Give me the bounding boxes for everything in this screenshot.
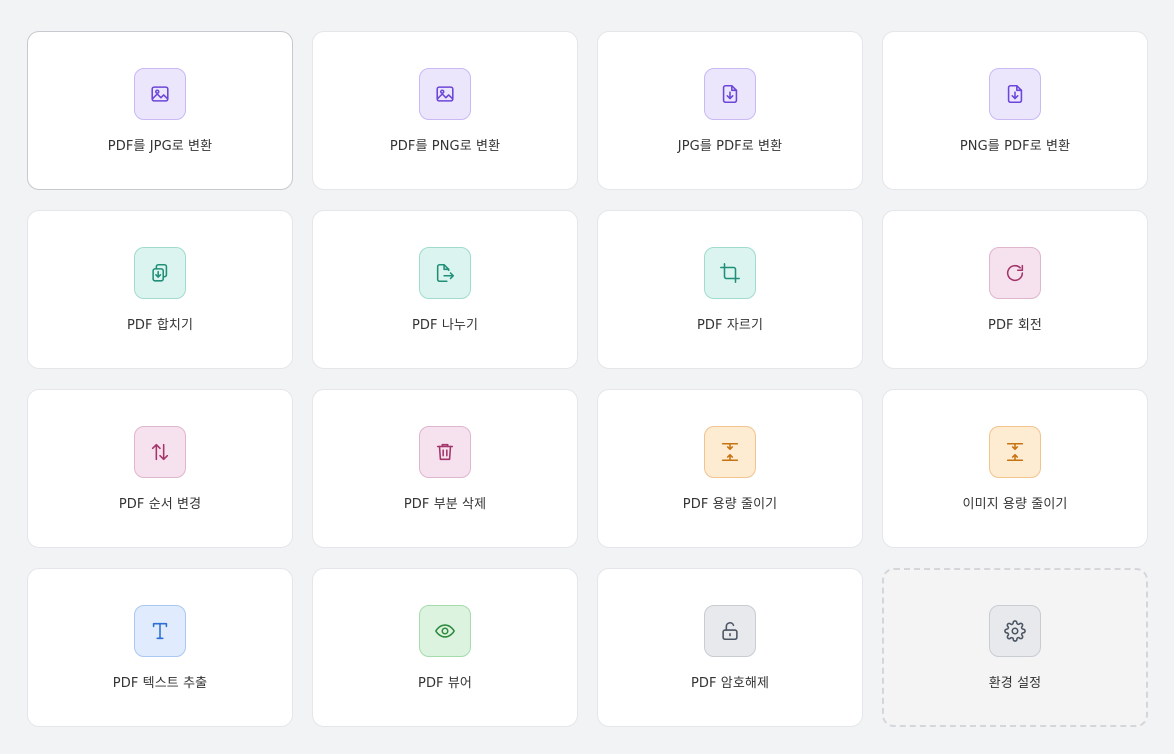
tool-label: PDF를 JPG로 변환 [107, 139, 213, 154]
gear-icon [989, 605, 1041, 657]
tool-label: PDF 암호해제 [690, 676, 770, 691]
tool-card-compress-image[interactable]: 이미지 용량 줄이기 [882, 389, 1148, 548]
image-icon [134, 68, 186, 120]
tool-label: PDF 뷰어 [418, 676, 472, 691]
tool-label: PDF 회전 [988, 318, 1042, 333]
tool-card-crop-pdf[interactable]: PDF 자르기 [597, 210, 863, 369]
tool-label: PDF 부분 삭제 [403, 497, 487, 512]
tool-card-jpg-to-pdf[interactable]: JPG를 PDF로 변환 [597, 31, 863, 190]
tool-card-merge-pdf[interactable]: PDF 합치기 [27, 210, 293, 369]
trash-icon [419, 426, 471, 478]
tool-label: PDF를 PNG로 변환 [389, 139, 501, 154]
tool-card-split-pdf[interactable]: PDF 나누기 [312, 210, 578, 369]
crop-icon [704, 247, 756, 299]
tool-card-pdf-to-jpg[interactable]: PDF를 JPG로 변환 [27, 31, 293, 190]
arrows-up-down-icon [134, 426, 186, 478]
tool-card-reorder-pdf[interactable]: PDF 순서 변경 [27, 389, 293, 548]
tool-card-extract-text[interactable]: PDF 텍스트 추출 [27, 568, 293, 727]
file-export-icon [419, 247, 471, 299]
tool-card-rotate-pdf[interactable]: PDF 회전 [882, 210, 1148, 369]
tool-label: JPG를 PDF로 변환 [677, 139, 783, 154]
tool-grid: PDF를 JPG로 변환 PDF를 PNG로 변환 JPG를 PDF로 변환 P… [27, 31, 1148, 727]
compress-icon [704, 426, 756, 478]
unlock-icon [704, 605, 756, 657]
tool-card-unlock-pdf[interactable]: PDF 암호해제 [597, 568, 863, 727]
tool-card-compress-pdf[interactable]: PDF 용량 줄이기 [597, 389, 863, 548]
compress-icon [989, 426, 1041, 478]
tool-card-pdf-viewer[interactable]: PDF 뷰어 [312, 568, 578, 727]
tool-card-png-to-pdf[interactable]: PNG를 PDF로 변환 [882, 31, 1148, 190]
tool-label: PDF 합치기 [126, 318, 194, 333]
tool-label: PDF 자르기 [696, 318, 764, 333]
tool-label: PDF 텍스트 추출 [112, 676, 208, 691]
tool-label: PDF 순서 변경 [118, 497, 202, 512]
eye-icon [419, 605, 471, 657]
file-download-icon [989, 68, 1041, 120]
file-download-icon [704, 68, 756, 120]
image-icon [419, 68, 471, 120]
tool-label: 이미지 용량 줄이기 [962, 497, 1068, 512]
tool-card-pdf-to-png[interactable]: PDF를 PNG로 변환 [312, 31, 578, 190]
tool-label: PDF 용량 줄이기 [682, 497, 778, 512]
tool-label: 환경 설정 [988, 676, 1042, 691]
tool-label: PNG를 PDF로 변환 [959, 139, 1071, 154]
tool-card-delete-pages[interactable]: PDF 부분 삭제 [312, 389, 578, 548]
tool-card-settings[interactable]: 환경 설정 [882, 568, 1148, 727]
tool-label: PDF 나누기 [411, 318, 479, 333]
rotate-icon [989, 247, 1041, 299]
merge-files-icon [134, 247, 186, 299]
text-icon [134, 605, 186, 657]
